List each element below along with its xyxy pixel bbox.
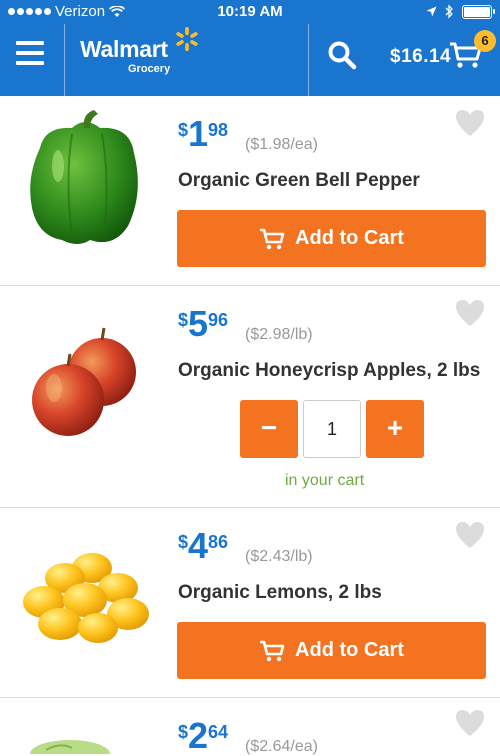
price-cents: 64: [208, 722, 229, 742]
nav-divider: [308, 24, 309, 96]
unit-price: ($1.98/ea): [245, 136, 318, 153]
add-to-cart-label: Add to Cart: [295, 639, 404, 661]
nav-bar: Walmart Grocery $16.14 6: [0, 24, 500, 96]
cart-total[interactable]: $16.14: [390, 46, 451, 68]
product-item: $198 ($1.98/ea) Organic Green Bell Peppe…: [0, 96, 500, 286]
product-price: $198: [178, 116, 228, 152]
heart-icon[interactable]: [454, 520, 486, 550]
increment-button[interactable]: +: [366, 400, 424, 458]
battery-icon: [462, 4, 495, 19]
in-cart-status: in your cart: [285, 472, 365, 489]
status-bar: Verizon 10:19 AM: [0, 0, 500, 24]
logo-sub: Grocery: [128, 63, 171, 75]
bluetooth-icon: [445, 4, 453, 19]
quantity-field[interactable]: 1: [303, 400, 361, 458]
unit-price: ($2.98/lb): [245, 326, 313, 343]
price-currency: $: [178, 532, 189, 552]
heart-icon[interactable]: [454, 708, 486, 738]
unit-price: ($2.43/lb): [245, 548, 313, 565]
price-cents: 98: [208, 120, 229, 140]
nav-divider: [64, 24, 65, 96]
product-item: $596 ($2.98/lb) Organic Honeycrisp Apple…: [0, 286, 500, 508]
menu-icon[interactable]: [16, 41, 44, 65]
product-price: $264: [178, 718, 228, 754]
apples-image: [32, 327, 136, 436]
add-to-cart-button[interactable]: Add to Cart: [177, 622, 486, 679]
product-price: $596: [178, 306, 228, 342]
decrement-button[interactable]: −: [240, 400, 298, 458]
lemons-image: [23, 553, 149, 643]
product-item: $264 ($2.64/ea): [0, 698, 500, 755]
walmart-grocery-logo: Walmart Grocery: [80, 36, 170, 75]
add-to-cart-button[interactable]: Add to Cart: [177, 210, 486, 267]
price-cents: 86: [208, 532, 229, 552]
logo-word: Walmart: [80, 36, 168, 62]
bell-pepper-image: [30, 110, 138, 244]
price-whole: 1: [188, 113, 209, 154]
product-name[interactable]: Organic Lemons, 2 lbs: [178, 582, 382, 604]
status-time: 10:19 AM: [217, 3, 283, 20]
unit-price: ($2.64/ea): [245, 738, 318, 755]
product-item: $486 ($2.43/lb) Organic Lemons, 2 lbs Ad…: [0, 508, 500, 698]
price-whole: 4: [188, 525, 209, 566]
cart-count-badge: 6: [474, 30, 496, 52]
price-currency: $: [178, 310, 189, 330]
cart-icon: [260, 228, 285, 249]
price-cents: 96: [208, 310, 229, 330]
status-right: [426, 4, 495, 19]
cart-icon: [260, 640, 285, 661]
product-name[interactable]: Organic Green Bell Pepper: [178, 170, 420, 192]
add-to-cart-label: Add to Cart: [295, 227, 404, 249]
price-whole: 5: [188, 303, 209, 344]
search-icon[interactable]: [327, 40, 357, 70]
price-currency: $: [178, 120, 189, 140]
product-price: $486: [178, 528, 228, 564]
heart-icon[interactable]: [454, 108, 486, 138]
app-header: Verizon 10:19 AM Walmart Grocery $16.14 …: [0, 0, 500, 96]
heart-icon[interactable]: [454, 298, 486, 328]
location-arrow-icon: [426, 6, 437, 17]
price-currency: $: [178, 722, 189, 742]
spark-icon: [176, 27, 198, 51]
product-name[interactable]: Organic Honeycrisp Apples, 2 lbs: [178, 360, 480, 382]
